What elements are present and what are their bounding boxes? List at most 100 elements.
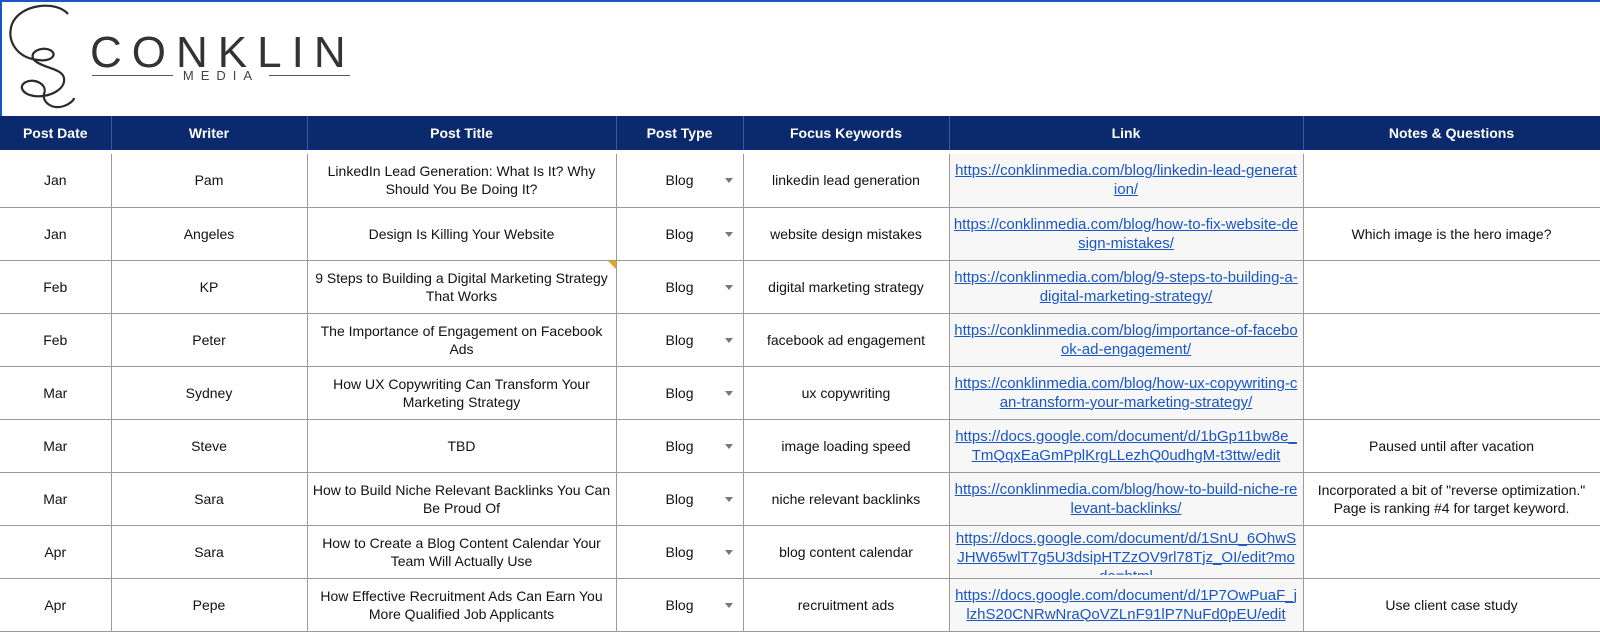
notes-cell[interactable]: Paused until after vacation bbox=[1303, 419, 1600, 473]
notes-cell[interactable] bbox=[1303, 366, 1600, 420]
conklin-swirl-logo-icon bbox=[9, 4, 76, 109]
link-cell[interactable]: https://docs.google.com/document/d/1bGp1… bbox=[949, 419, 1304, 473]
column-header[interactable]: Writer bbox=[111, 116, 308, 150]
table-row: Mar Steve TBD Blog image loading speed https:… bbox=[0, 419, 1600, 473]
writer-cell[interactable]: Steve bbox=[111, 419, 308, 473]
link-cell[interactable]: https://conklinmedia.com/blog/how-ux-cop… bbox=[949, 366, 1304, 420]
post-type-dropdown[interactable]: Blog bbox=[616, 578, 744, 632]
post-date-cell[interactable]: Feb bbox=[0, 313, 112, 367]
post-link[interactable]: https://conklinmedia.com/blog/importance… bbox=[954, 321, 1299, 359]
post-title-text: Design Is Killing Your Website bbox=[368, 225, 555, 242]
post-date-cell[interactable]: Mar bbox=[0, 419, 112, 473]
notes-cell[interactable]: Which image is the hero image? bbox=[1303, 207, 1600, 261]
column-header[interactable]: Post Date bbox=[0, 116, 112, 150]
post-title-cell[interactable]: LinkedIn Lead Generation: What Is It? Wh… bbox=[307, 154, 617, 208]
writer-cell[interactable]: Pepe bbox=[111, 578, 308, 632]
dropdown-caret-icon[interactable] bbox=[724, 496, 733, 502]
focus-keywords-cell[interactable]: ux copywriting bbox=[743, 366, 950, 420]
post-date-cell[interactable]: Jan bbox=[0, 207, 112, 261]
post-date-cell[interactable]: Mar bbox=[0, 472, 112, 526]
column-header[interactable]: Notes & Questions bbox=[1303, 116, 1600, 150]
post-type-dropdown[interactable]: Blog bbox=[616, 207, 744, 261]
post-link[interactable]: https://docs.google.com/document/d/1bGp1… bbox=[954, 427, 1299, 465]
dropdown-caret-icon[interactable] bbox=[724, 284, 733, 290]
dropdown-caret-icon[interactable] bbox=[724, 337, 733, 343]
link-cell[interactable]: https://conklinmedia.com/blog/how-to-fix… bbox=[949, 207, 1304, 261]
link-cell[interactable]: https://conklinmedia.com/blog/9-steps-to… bbox=[949, 260, 1304, 314]
focus-keywords-cell[interactable]: facebook ad engagement bbox=[743, 313, 950, 367]
link-cell[interactable]: https://docs.google.com/document/d/1SnU_… bbox=[949, 525, 1304, 579]
post-date-cell[interactable]: Apr bbox=[0, 525, 112, 579]
post-type-dropdown[interactable]: Blog bbox=[616, 313, 744, 367]
dropdown-caret-icon[interactable] bbox=[724, 231, 733, 237]
post-type-dropdown[interactable]: Blog bbox=[616, 366, 744, 420]
writer-cell[interactable]: Angeles bbox=[111, 207, 308, 261]
notes-cell[interactable] bbox=[1303, 260, 1600, 314]
notes-cell[interactable]: Incorporated a bit of "reverse optimizat… bbox=[1303, 472, 1600, 526]
post-link[interactable]: https://conklinmedia.com/blog/how-ux-cop… bbox=[954, 374, 1299, 412]
post-type-value: Blog bbox=[665, 437, 694, 454]
link-cell[interactable]: https://conklinmedia.com/blog/how-to-bui… bbox=[949, 472, 1304, 526]
notes-cell[interactable] bbox=[1303, 525, 1600, 579]
link-cell[interactable]: https://conklinmedia.com/blog/linkedin-l… bbox=[949, 154, 1304, 208]
focus-keywords-cell[interactable]: digital marketing strategy bbox=[743, 260, 950, 314]
dropdown-caret-icon[interactable] bbox=[724, 549, 733, 555]
dropdown-caret-icon[interactable] bbox=[724, 178, 733, 184]
post-type-dropdown[interactable]: Blog bbox=[616, 154, 744, 208]
post-type-dropdown[interactable]: Blog bbox=[616, 472, 744, 526]
post-title-cell[interactable]: The Importance of Engagement on Facebook… bbox=[307, 313, 617, 367]
writer-cell[interactable]: Sydney bbox=[111, 366, 308, 420]
post-date-cell[interactable]: Mar bbox=[0, 366, 112, 420]
post-link[interactable]: https://conklinmedia.com/blog/9-steps-to… bbox=[954, 268, 1299, 306]
post-date-cell[interactable]: Apr bbox=[0, 578, 112, 632]
writer-cell[interactable]: Peter bbox=[111, 313, 308, 367]
logo-subtitle: MEDIA bbox=[92, 68, 351, 83]
column-header[interactable]: Link bbox=[949, 116, 1304, 150]
writer-cell[interactable]: Pam bbox=[111, 154, 308, 208]
post-link[interactable]: https://conklinmedia.com/blog/how-to-bui… bbox=[954, 480, 1299, 518]
post-link[interactable]: https://conklinmedia.com/blog/linkedin-l… bbox=[954, 161, 1299, 199]
notes-cell[interactable] bbox=[1303, 154, 1600, 208]
post-title-cell[interactable]: How to Build Niche Relevant Backlinks Yo… bbox=[307, 472, 617, 526]
post-link[interactable]: https://docs.google.com/document/d/1P7Ow… bbox=[954, 586, 1299, 624]
post-type-dropdown[interactable]: Blog bbox=[616, 419, 744, 473]
focus-keywords-cell[interactable]: website design mistakes bbox=[743, 207, 950, 261]
writer-cell[interactable]: Sara bbox=[111, 472, 308, 526]
focus-keywords-cell[interactable]: niche relevant backlinks bbox=[743, 472, 950, 526]
dropdown-caret-icon[interactable] bbox=[724, 602, 733, 608]
writer-cell[interactable]: KP bbox=[111, 260, 308, 314]
focus-keywords-cell[interactable]: image loading speed bbox=[743, 419, 950, 473]
post-type-value: Blog bbox=[665, 172, 694, 189]
link-cell[interactable]: https://conklinmedia.com/blog/importance… bbox=[949, 313, 1304, 367]
post-title-cell[interactable]: Design Is Killing Your Website bbox=[307, 207, 617, 261]
link-cell[interactable]: https://docs.google.com/document/d/1P7Ow… bbox=[949, 578, 1304, 632]
column-header[interactable]: Post Title bbox=[307, 116, 617, 150]
post-title-cell[interactable]: How to Create a Blog Content Calendar Yo… bbox=[307, 525, 617, 579]
column-header[interactable]: Focus Keywords bbox=[743, 116, 950, 150]
post-type-dropdown[interactable]: Blog bbox=[616, 260, 744, 314]
table-row: Apr Sara How to Create a Blog Content Cale… bbox=[0, 525, 1600, 579]
post-title-cell[interactable]: How Effective Recruitment Ads Can Earn Y… bbox=[307, 578, 617, 632]
notes-cell[interactable] bbox=[1303, 313, 1600, 367]
post-date-cell[interactable]: Feb bbox=[0, 260, 112, 314]
dropdown-caret-icon[interactable] bbox=[724, 390, 733, 396]
post-type-dropdown[interactable]: Blog bbox=[616, 525, 744, 579]
post-title-cell[interactable]: How UX Copywriting Can Transform Your Ma… bbox=[307, 366, 617, 420]
table-body: Jan Pam LinkedIn Lead Generation: What Is … bbox=[0, 154, 1600, 632]
focus-keywords-cell[interactable]: blog content calendar bbox=[743, 525, 950, 579]
post-date-cell[interactable]: Jan bbox=[0, 154, 112, 208]
notes-cell[interactable]: Use client case study bbox=[1303, 578, 1600, 632]
post-title-cell[interactable]: 9 Steps to Building a Digital Marketing … bbox=[307, 260, 617, 314]
focus-keywords-cell[interactable]: recruitment ads bbox=[743, 578, 950, 632]
column-header[interactable]: Post Type bbox=[616, 116, 744, 150]
focus-keywords-cell[interactable]: linkedin lead generation bbox=[743, 154, 950, 208]
post-title-cell[interactable]: TBD bbox=[307, 419, 617, 473]
comment-marker-icon[interactable] bbox=[607, 260, 615, 269]
post-link[interactable]: https://docs.google.com/document/d/1SnU_… bbox=[954, 529, 1299, 575]
table-row: Feb Peter The Importance of Engagement on … bbox=[0, 313, 1600, 367]
post-title-text: How Effective Recruitment Ads Can Earn Y… bbox=[320, 587, 603, 622]
post-title-text: TBD bbox=[447, 437, 476, 454]
post-link[interactable]: https://conklinmedia.com/blog/how-to-fix… bbox=[954, 215, 1299, 253]
dropdown-caret-icon[interactable] bbox=[724, 443, 733, 449]
writer-cell[interactable]: Sara bbox=[111, 525, 308, 579]
